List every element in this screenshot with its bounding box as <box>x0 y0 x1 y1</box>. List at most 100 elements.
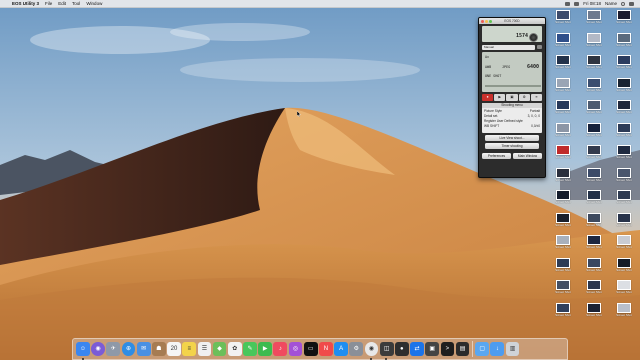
photos-icon[interactable]: ✿ <box>227 342 242 356</box>
dock-glyph: > <box>445 346 450 352</box>
preferences-button[interactable]: Preferences <box>482 153 511 159</box>
file-thumbnail <box>587 190 601 200</box>
messages-icon[interactable]: ✎ <box>243 342 257 356</box>
menu-window[interactable]: Window <box>86 1 102 6</box>
file-caption: Screen Shot <box>555 111 571 114</box>
contacts-icon[interactable]: ☗ <box>151 342 166 356</box>
folder-icon[interactable]: ▢ <box>475 342 490 356</box>
file-thumbnail <box>617 10 631 20</box>
file-caption: Screen Shot <box>586 313 602 317</box>
file-caption: Screen Shot <box>616 111 632 114</box>
dock-glyph: ◆ <box>217 346 222 352</box>
menu-user[interactable]: Name <box>605 1 617 6</box>
eos-titlebar[interactable]: EOS 700D <box>479 18 545 24</box>
file-thumbnail <box>617 235 631 245</box>
menu-button[interactable]: ≡ <box>530 94 543 101</box>
dock-glyph: ▭ <box>307 346 314 352</box>
eos-mode-select[interactable]: Manual <box>482 44 535 50</box>
desktop-file-icon[interactable]: Screen Shot <box>611 301 637 331</box>
ps-value: 0,0/±0 <box>531 124 540 129</box>
system-preferences-icon[interactable]: ⚙ <box>349 342 364 356</box>
file-thumbnail <box>587 235 601 245</box>
ps-value: 3, 0, 0, 0 <box>527 113 540 118</box>
maps-icon[interactable]: ◆ <box>212 342 227 356</box>
file-thumbnail <box>617 77 631 88</box>
menu-app-name[interactable]: EOS Utility 3 <box>12 1 39 6</box>
menu-clock[interactable]: Fri 08:18 <box>583 1 601 6</box>
safari-icon[interactable]: ⊕ <box>121 342 136 356</box>
eos-bottom-buttons: Preferences Main Window <box>482 153 542 159</box>
notification-center-icon[interactable] <box>629 1 634 6</box>
file-caption: Screen Shot <box>586 291 602 294</box>
file-caption: Screen Shot <box>586 223 602 227</box>
file-thumbnail <box>587 257 601 268</box>
teamviewer-icon[interactable]: ⇄ <box>410 342 424 356</box>
podcasts-icon[interactable]: ◎ <box>288 342 303 356</box>
menu-tool[interactable]: Tool <box>72 1 80 6</box>
file-thumbnail <box>556 302 570 313</box>
dock-glyph: ● <box>400 346 404 352</box>
dock-glyph: ≡ <box>187 346 191 352</box>
battery-icon[interactable] <box>574 1 580 6</box>
news-icon[interactable]: N <box>319 342 333 356</box>
settings-button[interactable]: ⚙ <box>518 94 530 101</box>
aperture-mode[interactable]: Av <box>485 55 489 59</box>
af-mode[interactable]: ONE SHOT <box>485 74 501 78</box>
wifi-icon[interactable] <box>565 1 571 6</box>
facetime-icon[interactable]: ▶ <box>258 342 273 356</box>
finder-icon[interactable]: ☺ <box>76 342 90 360</box>
dock-glyph: ↓ <box>495 346 499 352</box>
calendar-icon[interactable]: 20 <box>167 342 181 356</box>
siri-icon[interactable]: ◉ <box>91 342 105 356</box>
dock-glyph: ⇄ <box>414 346 420 352</box>
launchpad-icon[interactable]: ✈ <box>106 342 121 356</box>
file-caption: Screen Shot <box>555 201 571 204</box>
tv-icon[interactable]: ▭ <box>303 342 318 356</box>
trash-icon[interactable]: ▥ <box>505 342 520 356</box>
dock-glyph: ⊕ <box>125 346 131 352</box>
downloads-icon[interactable]: ↓ <box>490 342 505 356</box>
menu-bar-status: Fri 08:18 Name <box>565 1 634 6</box>
eos-utility-icon[interactable]: ◫ <box>379 342 394 360</box>
desktop-file-icon[interactable]: Screen Shot <box>550 301 576 331</box>
chrome-icon[interactable]: ◉ <box>364 342 379 360</box>
file-caption: Screen Shot <box>555 223 571 227</box>
terminal-icon[interactable]: > <box>440 342 455 356</box>
white-balance[interactable]: AWB <box>485 65 491 69</box>
camera-icon[interactable]: ● <box>394 342 409 356</box>
record-button[interactable]: ● <box>482 94 494 101</box>
mail-icon[interactable]: ✉ <box>136 342 151 356</box>
file-thumbnail <box>587 122 601 133</box>
file-caption: Screen Shot <box>555 178 571 182</box>
screen-icon[interactable]: ▣ <box>425 342 440 356</box>
main-window-button[interactable]: Main Window <box>513 153 542 159</box>
desktop-file-icon[interactable]: Screen Shot <box>581 301 607 331</box>
notes-icon[interactable]: ≡ <box>182 342 197 356</box>
activity-icon[interactable]: ▤ <box>455 342 470 356</box>
file-thumbnail <box>556 100 570 110</box>
file-caption: Screen Shot <box>586 88 602 92</box>
file-caption: Screen Shot <box>616 66 632 69</box>
mode-dial-icon[interactable] <box>529 33 538 42</box>
ps-label: WB SHIFT <box>484 124 500 129</box>
live-view-button[interactable]: ▣ <box>506 94 518 101</box>
live-view-shoot-button[interactable]: Live View shoot... <box>485 135 539 141</box>
dock-glyph: ▥ <box>509 346 516 352</box>
menu-edit[interactable]: Edit <box>58 1 66 6</box>
file-thumbnail <box>617 212 631 223</box>
reminders-icon[interactable]: ☰ <box>197 342 212 356</box>
ps-value: Portrait <box>529 108 540 113</box>
camera-settings-icon[interactable] <box>537 45 542 49</box>
play-button[interactable]: ▶ <box>494 94 506 101</box>
file-caption: Screen Shot <box>616 291 632 294</box>
app-store-icon[interactable]: A <box>334 342 348 356</box>
iso-value[interactable]: 6400 <box>527 64 539 70</box>
spotlight-icon[interactable] <box>621 1 625 6</box>
dock-glyph: ⚙ <box>353 346 359 352</box>
file-thumbnail <box>617 32 631 43</box>
menu-file[interactable]: File <box>45 1 52 6</box>
timer-shooting-button[interactable]: Timer shooting <box>485 143 539 149</box>
image-quality[interactable]: JPEG <box>502 65 510 69</box>
ps-row[interactable]: WB SHIFT 0,0/±0 <box>482 124 542 129</box>
music-icon[interactable]: ♪ <box>273 342 288 356</box>
